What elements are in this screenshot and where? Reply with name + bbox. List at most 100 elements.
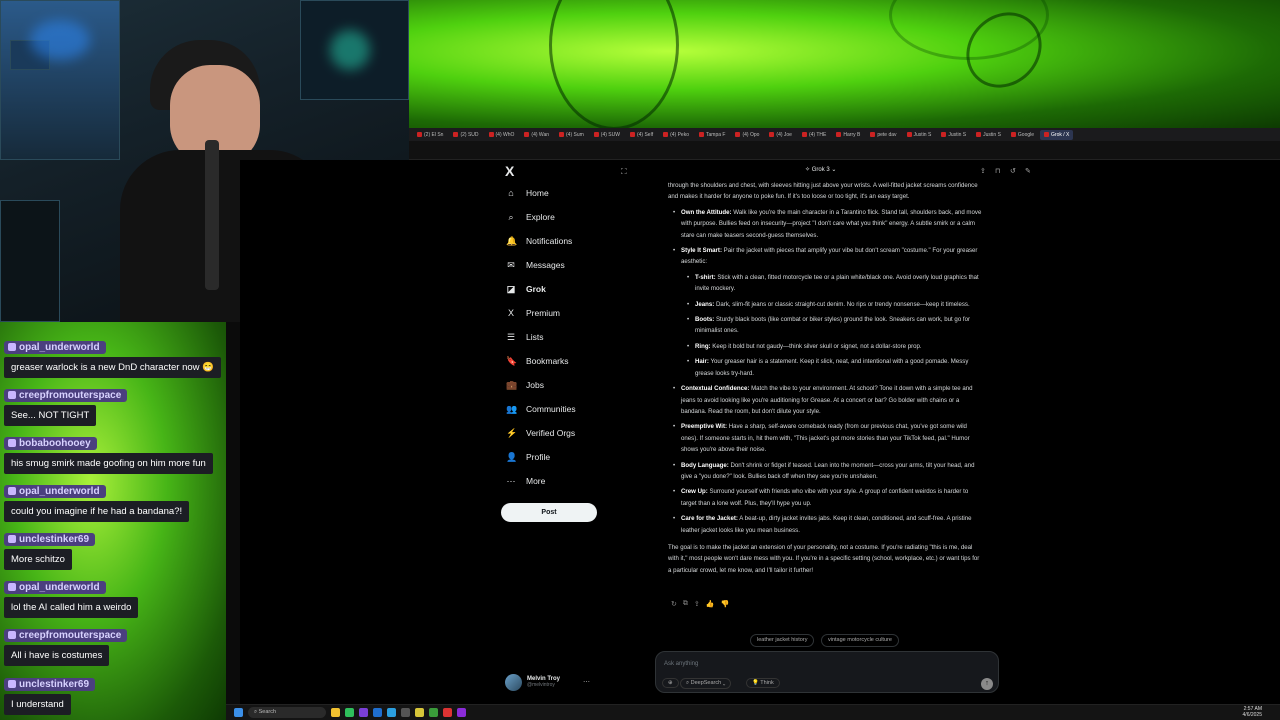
list-item: T-shirt: Stick with a clean, fitted moto… xyxy=(668,272,983,295)
app-icon[interactable] xyxy=(373,708,382,717)
sidebar-item-messages[interactable]: ✉ Messages xyxy=(506,260,565,270)
chat-message: unclestinker69 More schitzo xyxy=(4,529,96,570)
taskbar-search[interactable]: ⌕ Search xyxy=(248,707,326,718)
chat-text: could you imagine if he had a bandana?! xyxy=(4,501,190,522)
browser-tab[interactable]: Justin S xyxy=(972,130,1005,140)
browser-tab[interactable]: Tampa F xyxy=(695,130,729,140)
sidebar-item-notifications[interactable]: 🔔 Notifications xyxy=(506,236,572,246)
list-item: Body Language: Don't shrink or fidget if… xyxy=(668,460,983,483)
app-icon[interactable] xyxy=(429,708,438,717)
communities-icon: 👥 xyxy=(506,404,518,414)
browser-tab[interactable]: (4) Wan xyxy=(520,130,553,140)
app-icon[interactable] xyxy=(415,708,424,717)
app-icon[interactable] xyxy=(387,708,396,717)
chat-message: bobaboohooey his smug smirk made goofing … xyxy=(4,433,213,474)
browser-tab[interactable]: pete dav xyxy=(866,130,900,140)
deepsearch-button[interactable]: ⌕ DeepSearch ⌄ xyxy=(680,678,732,689)
browser-tab[interactable]: (2) SUD xyxy=(449,130,482,140)
app-icon[interactable] xyxy=(359,708,368,717)
suggestion-chip[interactable]: vintage motorcycle culture xyxy=(821,634,899,647)
tab-favicon-icon xyxy=(976,132,982,137)
app-icon[interactable] xyxy=(345,708,354,717)
browser-tab[interactable]: (4) THE xyxy=(798,130,830,140)
browser-tab[interactable]: (4) Self xyxy=(626,130,657,140)
grok-model-selector[interactable]: ✧ Grok 3 ⌄ xyxy=(805,166,836,173)
browser-tab[interactable]: (4) Opo xyxy=(731,130,763,140)
browser-tab[interactable]: Grok / X xyxy=(1040,129,1074,140)
user-badge-icon xyxy=(8,583,16,591)
browser-tab[interactable]: Google xyxy=(1007,130,1038,140)
account-switcher[interactable]: Melvin Troy @melvintroy ⋯ xyxy=(505,672,600,692)
browser-icon[interactable] xyxy=(457,708,466,717)
chat-username: bobaboohooey xyxy=(4,437,97,450)
tab-favicon-icon xyxy=(593,132,599,137)
browser-tab[interactable]: (4) SUW xyxy=(590,130,624,140)
new-chat-icon[interactable]: ✎ xyxy=(1025,167,1031,175)
verified-orgs-icon: ⚡ xyxy=(506,428,518,438)
browser-tab[interactable]: Justin S xyxy=(903,130,936,140)
think-button[interactable]: 💡 Think xyxy=(746,678,780,688)
sidebar-item-profile[interactable]: 👤 Profile xyxy=(506,452,550,462)
grok-input-box[interactable]: Ask anything ⊕ ⌕ DeepSearch ⌄ 💡 Think ↑ xyxy=(655,651,999,693)
tab-favicon-icon xyxy=(453,132,459,137)
bookmarks-icon: 🔖 xyxy=(506,356,518,366)
response-actions: ↻ ⧉ ⇪ 👍 👎 xyxy=(671,600,729,608)
explore-icon: ⌕ xyxy=(508,212,514,222)
chat-username: unclestinker69 xyxy=(4,533,96,546)
browser-tab[interactable]: Justin S xyxy=(937,130,970,140)
app-icon[interactable] xyxy=(401,708,410,717)
thumbs-up-icon[interactable]: 👍 xyxy=(706,600,715,608)
post-button[interactable]: Post xyxy=(501,503,597,522)
share-icon[interactable]: ⇪ xyxy=(694,600,700,608)
sidebar-item-communities[interactable]: 👥 Communities xyxy=(506,404,576,414)
tab-favicon-icon xyxy=(906,132,912,137)
lists-icon: ☰ xyxy=(506,332,516,342)
app-icon[interactable] xyxy=(443,708,452,717)
browser-tab[interactable]: (4) Sum xyxy=(555,130,588,140)
sidebar-item-more[interactable]: ⋯ More xyxy=(506,476,546,486)
ask-input[interactable]: Ask anything xyxy=(664,661,698,667)
file-explorer-icon[interactable] xyxy=(331,708,340,717)
sidebar-item-bookmarks[interactable]: 🔖 Bookmarks xyxy=(506,356,569,366)
x-logo[interactable]: X xyxy=(505,163,514,179)
browser-tab[interactable]: (4) WhO xyxy=(485,130,519,140)
bookmark-icon[interactable]: ⊓ xyxy=(995,167,1000,175)
browser-tab[interactable]: (4) Joe xyxy=(765,130,796,140)
copy-icon[interactable]: ⧉ xyxy=(683,600,688,608)
browser-tab[interactable]: Harry B xyxy=(832,130,864,140)
list-item: Hair: Your greaser hair is a statement. … xyxy=(668,356,983,379)
list-item: Own the Attitude: Walk like you're the m… xyxy=(668,207,983,241)
tab-favicon-icon xyxy=(663,132,669,137)
sidebar-item-explore[interactable]: ⌕ Explore xyxy=(506,212,554,222)
expand-icon[interactable]: ⛶ xyxy=(621,167,627,177)
chat-username: opal_underworld xyxy=(4,581,106,594)
regenerate-icon[interactable]: ↻ xyxy=(671,600,677,608)
chat-username: opal_underworld xyxy=(4,485,106,498)
sidebar-item-premium[interactable]: X Premium xyxy=(506,308,560,318)
sidebar-item-grok[interactable]: ◪ Grok xyxy=(506,284,546,294)
chat-username: creepfromouterspace xyxy=(4,389,128,402)
tab-favicon-icon xyxy=(1044,132,1050,137)
browser-tab[interactable]: (4) Peko xyxy=(659,130,693,140)
sidebar-item-home[interactable]: ⌂ Home xyxy=(506,188,548,198)
tab-favicon-icon xyxy=(870,132,876,137)
list-item: Jeans: Dark, slim-fit jeans or classic s… xyxy=(668,299,983,311)
thumbs-down-icon[interactable]: 👎 xyxy=(720,600,729,608)
chat-message: unclestinker69 I understand xyxy=(4,674,96,715)
list-item: Preemptive Wit: Have a sharp, self-aware… xyxy=(668,421,983,455)
sidebar-item-verified-orgs[interactable]: ⚡ Verified Orgs xyxy=(506,428,575,438)
list-item: Boots: Sturdy black boots (like combat o… xyxy=(668,314,983,337)
browser-tab[interactable]: (2) El Sn xyxy=(413,130,447,140)
response-closing: The goal is to make the jacket an extens… xyxy=(668,543,980,574)
send-icon[interactable]: ↑ xyxy=(981,678,993,690)
share-icon[interactable]: ⇪ xyxy=(980,167,986,175)
start-icon[interactable] xyxy=(234,708,243,717)
history-icon[interactable]: ↺ xyxy=(1010,167,1016,175)
clock[interactable]: 2:57 AM 4/6/2025 xyxy=(1243,706,1262,718)
sidebar-item-jobs[interactable]: 💼 Jobs xyxy=(506,380,544,390)
sidebar-item-lists[interactable]: ☰ Lists xyxy=(506,332,544,342)
attach-icon[interactable]: ⊕ xyxy=(662,678,679,688)
chat-message: opal_underworld greaser warlock is a new … xyxy=(4,337,221,378)
suggestion-chip[interactable]: leather jacket history xyxy=(750,634,815,647)
chat-message: creepfromouterspace See... NOT TIGHT xyxy=(4,385,128,426)
